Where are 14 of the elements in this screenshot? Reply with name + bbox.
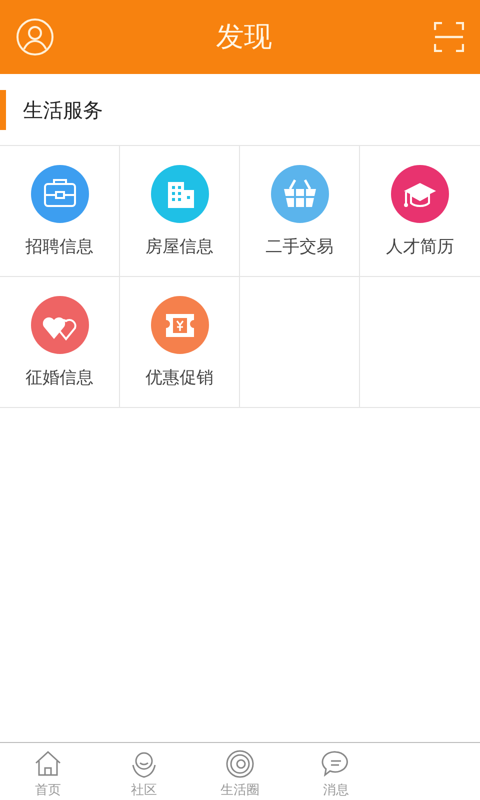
home-icon (33, 749, 63, 779)
service-item[interactable]: 房屋信息 (120, 146, 240, 277)
page-title: 发现 (216, 19, 272, 55)
service-item[interactable]: 优惠促销 (120, 277, 240, 408)
service-item[interactable]: 二手交易 (240, 146, 360, 277)
accent-bar (0, 90, 6, 130)
service-item[interactable]: 征婚信息 (0, 277, 120, 408)
section-title: 生活服务 (23, 96, 103, 124)
service-item[interactable]: 人才简历 (360, 146, 480, 277)
profile-icon[interactable] (16, 18, 54, 56)
service-item[interactable]: 招聘信息 (0, 146, 120, 277)
chat-icon (321, 749, 351, 779)
scan-icon[interactable] (434, 22, 464, 52)
orbit-icon (225, 749, 255, 779)
